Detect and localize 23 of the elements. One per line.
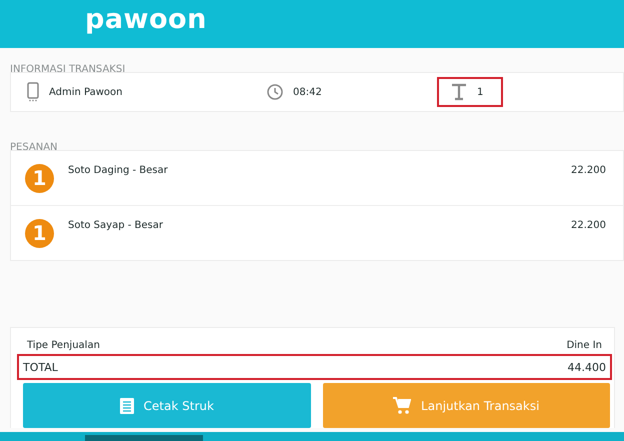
print-button[interactable]: Cetak Struk — [23, 383, 310, 428]
item-name: Soto Daging - Besar — [68, 164, 169, 176]
item-price: 22.200 — [571, 220, 606, 230]
section-heading: INFORMASI TRANSAKSI — [9, 63, 126, 72]
clock-icon — [267, 84, 283, 100]
sales-type-value: Dine In — [566, 340, 602, 350]
quantity-badge: 1 — [25, 218, 54, 248]
sales-type-label: Tipe Penjualan — [27, 340, 100, 350]
continue-button[interactable]: Lanjutkan Transaksi — [322, 383, 610, 428]
logo: pawoon — [85, 4, 207, 36]
item-price: 22.200 — [571, 164, 606, 176]
table-icon — [451, 83, 467, 101]
order-time: 08:42 — [293, 86, 322, 98]
section-heading: PESANAN — [9, 141, 58, 150]
total-amount: 44.400 — [568, 360, 606, 374]
table-number: 1 — [477, 86, 484, 98]
phone-icon — [27, 82, 39, 102]
quantity-badge: 1 — [25, 164, 54, 192]
cashier-name: Admin Pawoon — [49, 86, 123, 98]
receipt-icon — [120, 398, 134, 414]
cart-icon — [393, 396, 412, 414]
item-name: Soto Sayap - Besar — [68, 220, 164, 230]
total-label: TOTAL — [23, 360, 58, 374]
